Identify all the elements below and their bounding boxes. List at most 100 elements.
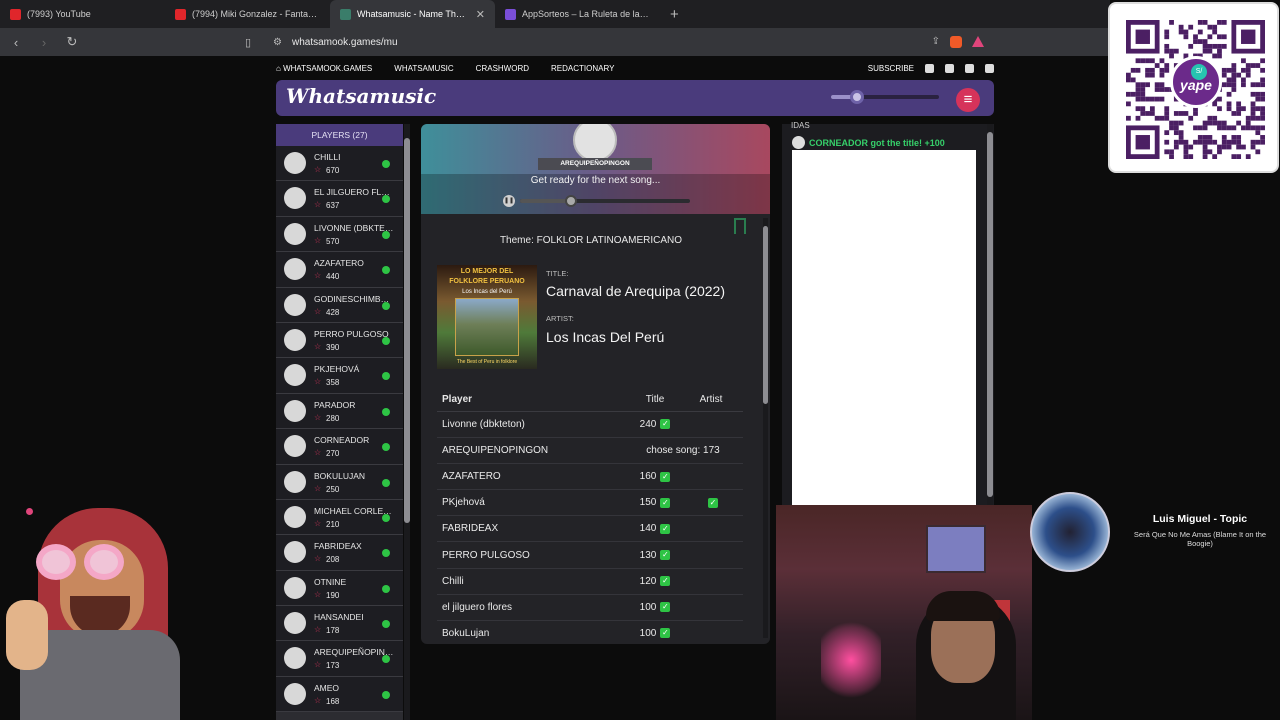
qr-module <box>1197 20 1203 25</box>
player-row[interactable]: AMEO ☆ 168 <box>276 676 403 713</box>
player-row[interactable]: LIVONNE (DBKTET... ☆ 570 <box>276 216 403 253</box>
qr-module <box>1245 120 1251 126</box>
player-row[interactable]: GODINESCHIMBOT... ☆ 428 <box>276 287 403 323</box>
tab-label: AppSorteos – La Ruleta de la Suerte <box>522 9 650 19</box>
forward-icon[interactable]: › <box>36 35 52 50</box>
qr-module <box>1154 96 1160 102</box>
star-icon: ☆ <box>314 660 322 670</box>
volume-slider[interactable] <box>831 90 939 104</box>
qr-module <box>1250 63 1256 68</box>
player-row[interactable]: MICHAEL CORLEO... ☆ 210 <box>276 499 403 536</box>
qr-module <box>1217 106 1222 112</box>
avatar <box>284 612 306 635</box>
tab-youtube[interactable]: (7993) YouTube <box>0 0 165 28</box>
star-icon: ☆ <box>314 235 322 245</box>
new-tab-button[interactable]: + <box>660 6 689 23</box>
pause-icon[interactable]: ❚❚ <box>503 195 515 207</box>
site-header: Whatsamusic ≡ <box>276 80 994 116</box>
col-player: Player <box>442 394 473 405</box>
qr-module <box>1178 130 1184 136</box>
menu-button[interactable]: ≡ <box>956 88 980 112</box>
volume-knob[interactable] <box>849 90 864 104</box>
qr-module <box>1188 43 1194 49</box>
bookmark-icon[interactable] <box>734 218 746 234</box>
round-theme: Theme: FOLKLOR LATINOAMERICANO <box>499 235 683 246</box>
qr-module <box>1135 115 1141 121</box>
close-tab-icon[interactable]: ✕ <box>476 8 485 21</box>
tiktok-icon[interactable] <box>965 63 974 73</box>
player-row[interactable]: HANSANDEI ☆ 178 <box>276 606 403 642</box>
chat-scrollbar[interactable] <box>987 124 993 507</box>
avatar <box>284 576 306 599</box>
qr-module <box>1197 135 1203 140</box>
chat-message: CORNEADOR got the title! +100 <box>792 136 945 149</box>
qr-module <box>1226 106 1232 112</box>
avatar <box>284 328 306 351</box>
players-scrollbar[interactable] <box>404 124 410 720</box>
qr-module <box>1236 101 1242 107</box>
nav-whatsamusic[interactable]: WHATSAMUSIC <box>394 64 453 73</box>
status-text: Get ready for the next song... <box>530 175 661 186</box>
player-row[interactable]: CORNEADOR ☆ 270 <box>276 429 403 465</box>
brave-shields-icon[interactable] <box>950 36 962 48</box>
now-playing-card: Luis Miguel - Topic Será Que No Me Amas … <box>1030 490 1280 574</box>
scrollbar-thumb[interactable] <box>763 226 768 404</box>
chooser-name: AREQUIPEÑOPINGON <box>538 158 652 170</box>
back-icon[interactable]: ‹ <box>8 35 24 50</box>
result-title-cell: 130 ✓ <box>627 550 683 561</box>
player-row[interactable]: BOKULUJAN ☆ 250 <box>276 464 403 500</box>
qr-module <box>1260 77 1265 83</box>
player-row[interactable]: AZAFATERO ☆ 440 <box>276 252 403 288</box>
player-row[interactable]: OTNINE ☆ 190 <box>276 570 403 607</box>
qr-module <box>1236 135 1242 140</box>
qr-module <box>1241 125 1246 131</box>
qr-module <box>1255 96 1261 102</box>
qr-module <box>1126 101 1131 107</box>
nav-crashword[interactable]: CRASHWORD <box>476 64 529 73</box>
now-playing-song: Será Que No Me Amas (Blame It on the Boo… <box>1133 530 1267 548</box>
qr-module <box>1197 139 1203 145</box>
song-progress[interactable] <box>520 195 690 207</box>
avatar <box>284 399 306 422</box>
scrollbar-thumb[interactable] <box>987 132 993 497</box>
qr-module <box>1140 82 1146 88</box>
brave-rewards-icon[interactable] <box>972 36 984 47</box>
scrollbar-thumb[interactable] <box>404 138 410 523</box>
cover-text: The Best of Peru in folklore <box>456 359 518 365</box>
subscribe-link[interactable]: SUBSCRIBE <box>868 64 914 73</box>
bookmark-icon[interactable]: ▯ <box>245 36 251 49</box>
qr-module <box>1154 63 1160 68</box>
player-row[interactable]: PERRO PULGOSO ☆ 390 <box>276 322 403 359</box>
qr-module <box>1207 120 1213 126</box>
online-status-icon <box>382 620 390 629</box>
share-icon[interactable]: ⇪ <box>932 36 940 48</box>
player-row[interactable]: PKJEHOVÁ ☆ 358 <box>276 358 403 394</box>
url-field[interactable]: ▯ ⚙ whatsamook.games/mu ⇪ <box>245 31 990 53</box>
qr-module <box>1226 125 1232 131</box>
player-row[interactable]: PARADOR ☆ 280 <box>276 393 403 430</box>
player-row[interactable]: AREQUIPEÑOPING... ☆ 173 <box>276 641 403 677</box>
results-scrollbar[interactable] <box>763 218 768 638</box>
qr-module <box>1217 96 1222 102</box>
instagram-icon[interactable] <box>945 63 954 73</box>
home-link[interactable]: ⌂ WHATSAMOOK.GAMES <box>276 64 372 73</box>
nav-redactionary[interactable]: REDACTIONARY <box>551 64 614 73</box>
player-row[interactable]: FABRIDEAX ☆ 208 <box>276 535 403 571</box>
tab-appsorteos[interactable]: AppSorteos – La Ruleta de la Suerte <box>495 0 660 28</box>
qr-module <box>1159 82 1165 88</box>
player-row[interactable]: EL JILGUERO FLO... ☆ 637 <box>276 181 403 217</box>
qr-module <box>1126 91 1131 97</box>
progress-knob[interactable] <box>565 195 577 207</box>
tab-youtube-song[interactable]: (7994) Miki Gonzalez - Fantasia De T <box>165 0 330 28</box>
qr-module <box>1250 115 1256 121</box>
qr-module <box>1178 24 1184 30</box>
chat-log <box>792 150 976 506</box>
site-info-icon[interactable]: ⚙ <box>273 37 282 48</box>
qr-module <box>1221 43 1227 49</box>
reload-icon[interactable]: ↻ <box>64 34 80 50</box>
tab-whatsamusic[interactable]: Whatsamusic - Name That Tune ✕ <box>330 0 495 28</box>
discord-icon[interactable] <box>985 63 994 73</box>
player-row[interactable]: CHILLI ☆ 670 <box>276 146 403 182</box>
twitter-icon[interactable] <box>925 63 934 73</box>
site-logo[interactable]: Whatsamusic <box>286 84 436 108</box>
